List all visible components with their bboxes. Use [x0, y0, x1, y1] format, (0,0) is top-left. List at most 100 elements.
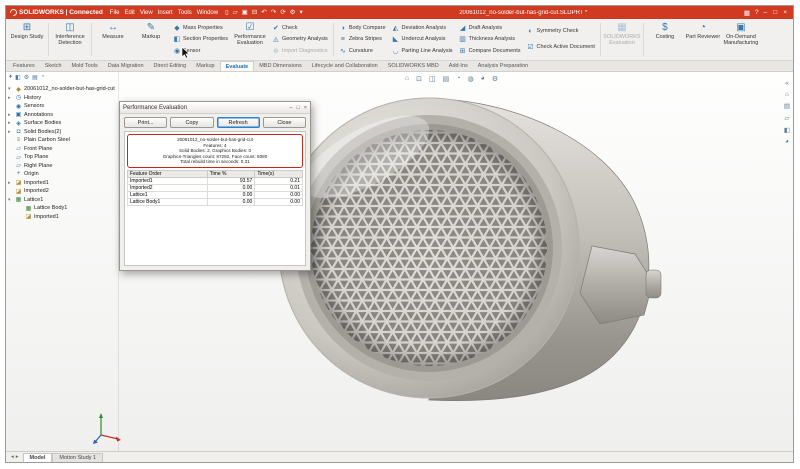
- tab-mbd-dimensions[interactable]: MBD Dimensions: [254, 61, 306, 71]
- expand-arrow-icon[interactable]: ▸: [8, 95, 13, 101]
- costing-button[interactable]: $Costing: [647, 20, 683, 59]
- tab-data-migration[interactable]: Data Migration: [103, 61, 149, 71]
- draft-analysis-button[interactable]: ◢Draft Analysis: [457, 25, 523, 32]
- undo-icon[interactable]: ↶: [261, 6, 266, 19]
- tree-item-imported1[interactable]: ▸◪Imported1: [8, 179, 118, 188]
- markup-button[interactable]: ✎Markup: [133, 20, 169, 59]
- print-button[interactable]: Print...: [124, 117, 167, 128]
- zoom-area-icon[interactable]: ⊡: [416, 75, 422, 83]
- on-demand-manufacturing-button[interactable]: ▣On-Demand Manufacturing: [723, 20, 759, 59]
- dimxpert-tab-icon[interactable]: ▤: [32, 74, 38, 81]
- tab-motion-study-1[interactable]: Motion Study 1: [52, 453, 103, 462]
- appearances-icon[interactable]: ◕: [785, 138, 789, 145]
- tab-markup[interactable]: Markup: [191, 61, 219, 71]
- thickness-analysis-button[interactable]: ▥Thickness Analysis: [457, 36, 523, 43]
- undercut-analysis-button[interactable]: ◣Undercut Analysis: [390, 36, 455, 43]
- menu-tools[interactable]: Tools: [176, 10, 194, 16]
- expand-arrow-icon[interactable]: ▸: [8, 112, 13, 118]
- deviation-analysis-button[interactable]: ◭Deviation Analysis: [390, 25, 455, 32]
- table-row[interactable]: Lattice Body10.000.00: [128, 198, 303, 205]
- dialog-titlebar[interactable]: Performance Evaluation –□×: [120, 102, 310, 114]
- display-style-icon[interactable]: ◔: [456, 75, 460, 83]
- performance-evaluation-button[interactable]: ☑Performance Evaluation: [232, 20, 268, 59]
- tab-features[interactable]: Features: [8, 61, 40, 71]
- menu-edit[interactable]: Edit: [122, 10, 136, 16]
- tree-item-imported1[interactable]: ◪Imported1: [8, 213, 118, 222]
- resources-icon[interactable]: ⌂: [785, 91, 789, 98]
- copy-button[interactable]: Copy: [170, 117, 213, 128]
- menu-file[interactable]: File: [108, 10, 122, 16]
- tree-item-surface-bodies[interactable]: ▸◈Surface Bodies: [8, 119, 118, 128]
- expand-arrow-icon[interactable]: ▾: [8, 197, 13, 203]
- zoom-fit-icon[interactable]: ⌂: [405, 75, 409, 83]
- tab-scroll-left-icon[interactable]: ◂: [11, 454, 14, 460]
- sensor-button[interactable]: ◉Sensor: [171, 48, 230, 55]
- body-compare-button[interactable]: ◑Body Compare: [337, 25, 388, 32]
- tree-item-front-plane[interactable]: ▱Front Plane: [8, 145, 118, 154]
- dropdown-icon[interactable]: ▾: [299, 6, 302, 19]
- file-explorer-icon[interactable]: ▱: [784, 114, 789, 122]
- redo-icon[interactable]: ↷: [271, 6, 276, 19]
- save-icon[interactable]: ▣: [242, 6, 248, 19]
- geometry-analysis-button[interactable]: ◬Geometry Analysis: [270, 36, 330, 43]
- tree-item-annotations[interactable]: ▸▣Annotations: [8, 111, 118, 120]
- interference-detection-button[interactable]: ◫Interference Detection: [52, 20, 88, 59]
- part-reviewer-button[interactable]: ◔Part Reviewer: [685, 20, 721, 59]
- menu-window[interactable]: Window: [195, 10, 220, 16]
- tree-item-history[interactable]: ▸◷History: [8, 94, 118, 103]
- tree-item-lattice-body1[interactable]: ▦Lattice Body1: [8, 204, 118, 213]
- tree-item-right-plane[interactable]: ▱Right Plane: [8, 162, 118, 171]
- hide-show-items-icon[interactable]: ◍: [467, 75, 473, 83]
- menu-insert[interactable]: Insert: [156, 10, 175, 16]
- open-icon[interactable]: ▱: [233, 6, 238, 19]
- curvature-button[interactable]: ∿Curvature: [337, 48, 388, 55]
- tree-item-lattice1[interactable]: ▾▦Lattice1: [8, 196, 118, 205]
- close-button[interactable]: Close: [263, 117, 306, 128]
- tab-evaluate[interactable]: Evaluate: [220, 61, 255, 71]
- check-button[interactable]: ✔Check: [270, 25, 330, 32]
- tree-item-imported2[interactable]: ◪Imported2: [8, 187, 118, 196]
- dialog-close-icon[interactable]: ×: [304, 105, 307, 111]
- view-orientation-icon[interactable]: ▤: [443, 75, 450, 83]
- expand-arrow-icon[interactable]: ▸: [8, 120, 13, 126]
- model-3d-part[interactable]: [257, 77, 661, 420]
- tree-item-top-plane[interactable]: ▱Top Plane: [8, 153, 118, 162]
- apps-icon[interactable]: ▦: [744, 9, 750, 17]
- featuremanager-tab-icon[interactable]: ♦: [9, 74, 12, 81]
- close-button[interactable]: ×: [783, 9, 787, 16]
- tab-direct-editing[interactable]: Direct Editing: [149, 61, 192, 71]
- zebra-stripes-button[interactable]: ≡Zebra Stripes: [337, 36, 388, 43]
- new-document-icon[interactable]: ▯: [225, 6, 229, 19]
- tab-sketch[interactable]: Sketch: [40, 61, 67, 71]
- tree-item-20061012-no-solder-but-has-grid-cut[interactable]: ▾◆20061012_no-solder-but-has-grid-cut: [8, 85, 118, 94]
- table-row[interactable]: Lattice10.000.00: [128, 191, 303, 198]
- compare-documents-button[interactable]: ⊞Compare Documents: [457, 48, 523, 55]
- help-icon[interactable]: ?: [755, 9, 759, 17]
- expand-arrow-icon[interactable]: ▸: [8, 129, 13, 135]
- minimize-button[interactable]: –: [764, 9, 768, 16]
- check-active-document-button[interactable]: ☑Check Active Document: [525, 44, 597, 51]
- section-view-icon[interactable]: ◫: [429, 75, 436, 83]
- section-properties-button[interactable]: ◧Section Properties: [171, 36, 230, 43]
- tab-model[interactable]: Model: [23, 453, 53, 462]
- view-palette-icon[interactable]: ◧: [784, 126, 790, 134]
- view-settings-icon[interactable]: ⚙: [492, 75, 498, 83]
- tree-item-solid-bodies-2[interactable]: ▸◘Solid Bodies(2): [8, 128, 118, 137]
- collapse-taskpane-icon[interactable]: «: [785, 80, 789, 87]
- print-icon[interactable]: ⊟: [252, 6, 257, 19]
- tab-lifecycle-and-collaboration[interactable]: Lifecycle and Collaboration: [307, 61, 383, 71]
- rebuild-icon[interactable]: ⟳: [280, 6, 285, 19]
- maximize-button[interactable]: □: [773, 9, 777, 16]
- displaymanager-tab-icon[interactable]: ◔: [41, 74, 45, 81]
- mass-properties-button[interactable]: ◆Mass Properties: [171, 25, 230, 32]
- menu-view[interactable]: View: [138, 10, 155, 16]
- table-row[interactable]: Imported193.570.21: [128, 177, 303, 184]
- tree-item-origin[interactable]: +Origin: [8, 170, 118, 179]
- refresh-button[interactable]: Refresh: [217, 117, 260, 128]
- expand-arrow-icon[interactable]: ▸: [8, 180, 13, 186]
- design-study-button[interactable]: ⊞Design Study: [9, 20, 45, 59]
- tab-analysis-preparation[interactable]: Analysis Preparation: [473, 61, 533, 71]
- table-row[interactable]: Imported20.000.01: [128, 184, 303, 191]
- expand-arrow-icon[interactable]: ▾: [8, 86, 13, 92]
- tab-mold-tools[interactable]: Mold Tools: [67, 61, 103, 71]
